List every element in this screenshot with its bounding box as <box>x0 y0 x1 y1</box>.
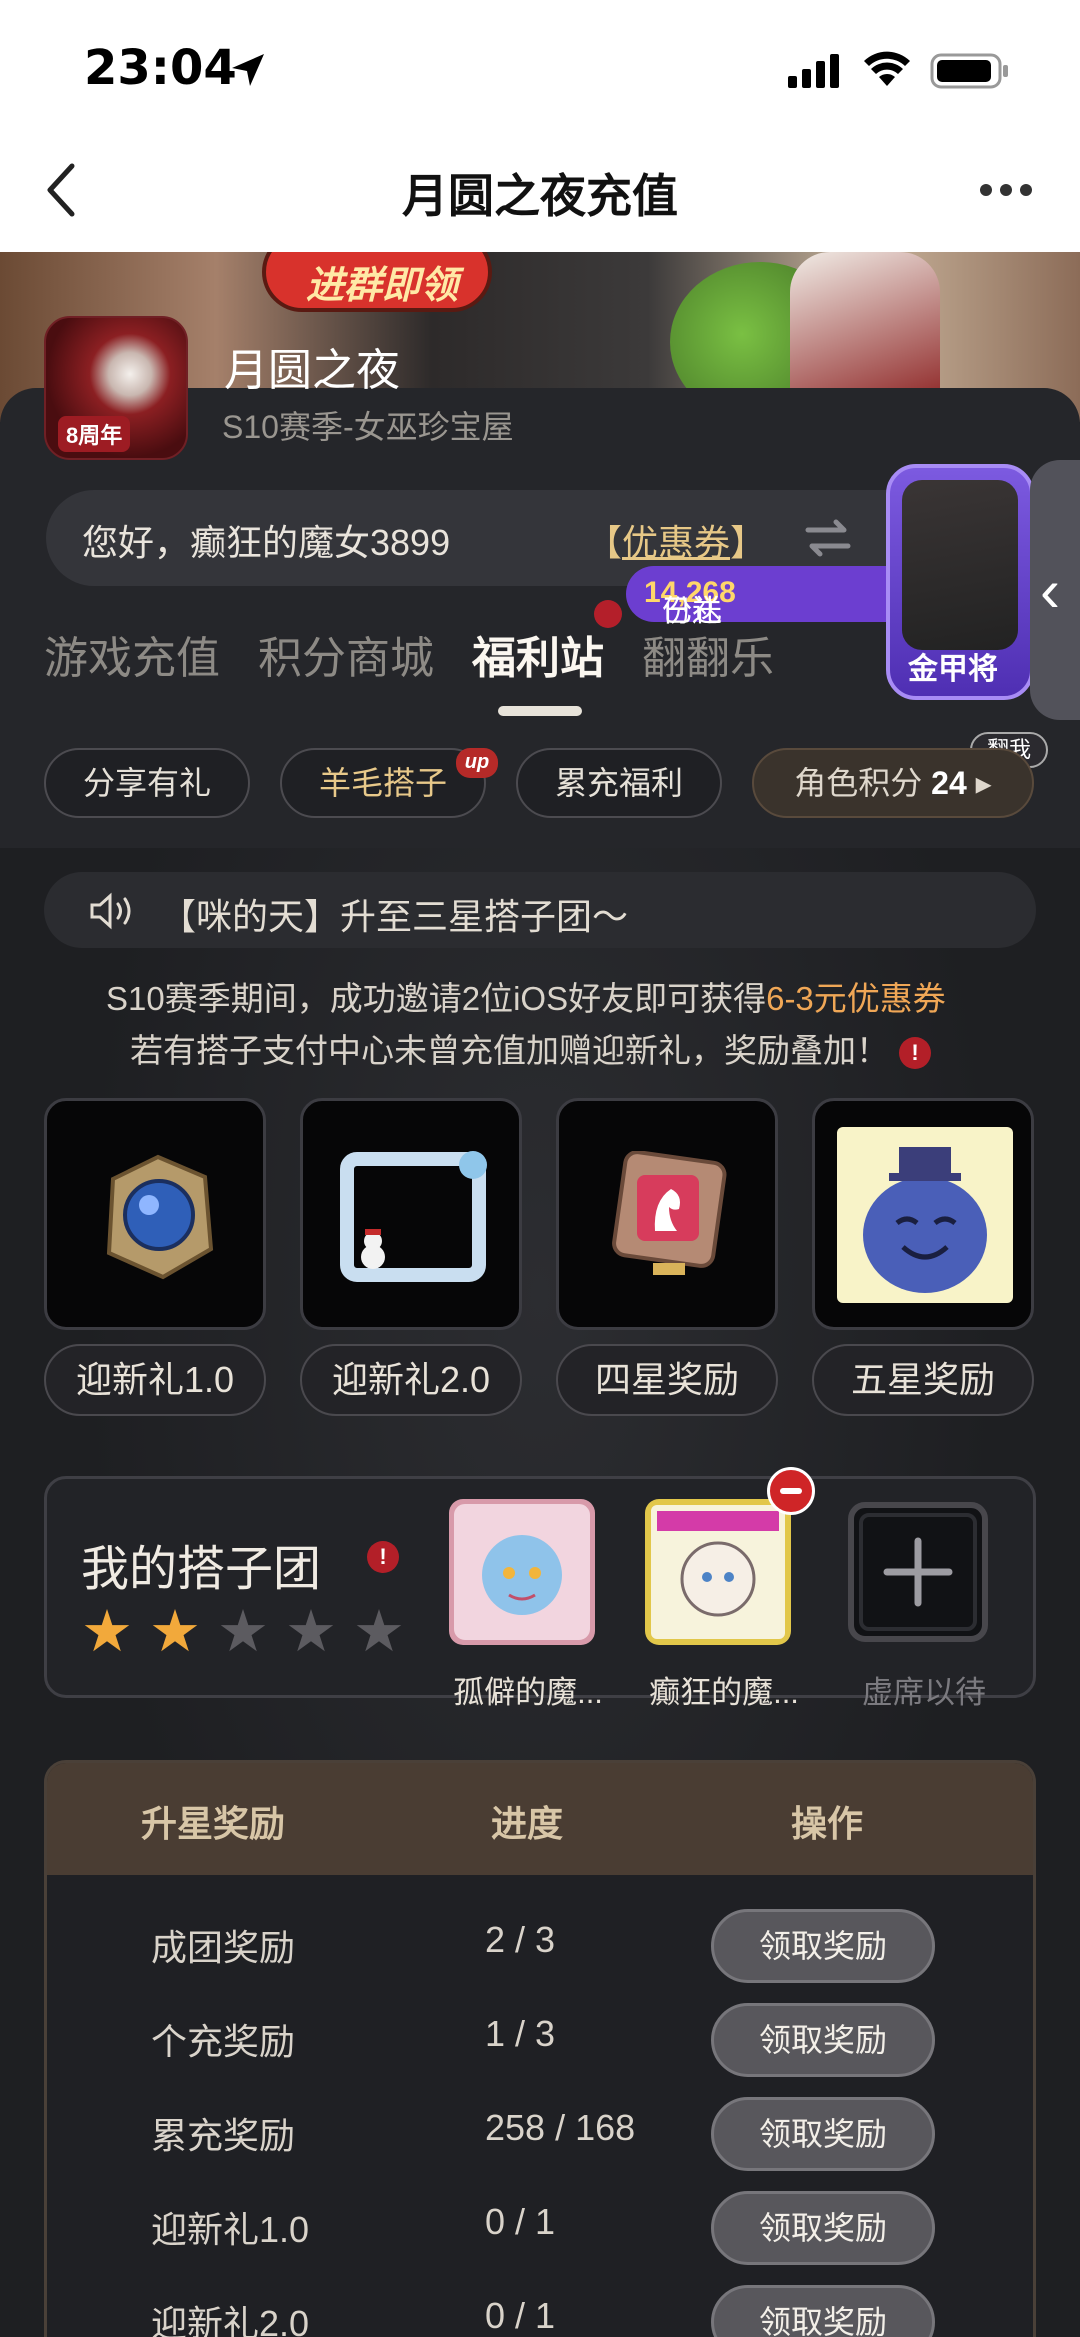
reward-label[interactable]: 四星奖励 <box>556 1344 778 1416</box>
member-name: 癫狂的魔... <box>649 1675 799 1710</box>
column-header: 操作 <box>791 1803 864 1844</box>
nav-bar: 月圆之夜充值 <box>0 130 1080 252</box>
member-avatar <box>643 1497 793 1647</box>
chevron-left-icon: ‹ <box>1040 557 1060 624</box>
chip-partner[interactable]: 羊毛搭子 <box>280 748 486 818</box>
flip-card-widget[interactable]: 金甲将 <box>886 464 1034 700</box>
reward-name: 迎新礼1.0 <box>151 2209 310 2250</box>
card-character-art <box>902 480 1018 650</box>
table-row: 个充奖励 1 / 3 领取奖励 <box>47 1993 1033 2087</box>
blue-monster-icon <box>837 1127 1013 1303</box>
remove-member-button[interactable] <box>767 1467 815 1515</box>
star-reward-table: 升星奖励 进度 操作 成团奖励 2 / 3 领取奖励 个充奖励 1 / 3 领取… <box>44 1760 1036 2337</box>
claim-reward-button[interactable]: 领取奖励 <box>711 2191 935 2265</box>
tab-flip-game[interactable]: 翻翻乐 <box>642 622 774 686</box>
column-header: 升星奖励 <box>141 1803 286 1844</box>
reward-item[interactable] <box>300 1098 522 1330</box>
chip-cumulative[interactable]: 累充福利 <box>516 748 722 818</box>
reward-progress: 2 / 3 <box>485 1919 556 1960</box>
more-options-icon[interactable] <box>978 178 1034 202</box>
snow-frame-icon <box>340 1151 487 1282</box>
team-title: 我的搭子团 <box>81 1543 322 1596</box>
reward-name: 累充奖励 <box>151 2115 296 2156</box>
star-empty-icon: ★ <box>217 1599 269 1664</box>
claim-reward-button[interactable]: 领取奖励 <box>711 2285 935 2337</box>
tab-notification-dot <box>594 600 622 628</box>
table-row: 累充奖励 258 / 168 领取奖励 <box>47 2087 1033 2181</box>
member-name: 虚席以待 <box>862 1675 986 1710</box>
notice-bar: 【咪的天】升至三星搭子团～ <box>44 872 1036 948</box>
promo-line-2: 若有搭子支付中心未曾充值加赠迎新礼，奖励叠加！! <box>130 1024 931 1072</box>
claim-reward-button[interactable]: 领取奖励 <box>711 1909 935 1983</box>
team-info-icon[interactable]: ! <box>367 1541 399 1573</box>
active-tab-indicator <box>498 706 582 716</box>
reward-label[interactable]: 迎新礼1.0 <box>44 1344 266 1416</box>
switch-account-icon[interactable] <box>802 512 854 564</box>
flip-card-label: 金甲将 <box>908 653 998 686</box>
promo-line-1: S10赛季期间，成功邀请2位iOS好友即可获得6-3元优惠券 <box>106 980 946 1017</box>
table-row: 迎新礼1.0 0 / 1 领取奖励 <box>47 2181 1033 2275</box>
reward-label[interactable]: 五星奖励 <box>812 1344 1034 1416</box>
star-filled-icon: ★ <box>149 1599 201 1664</box>
side-drawer-handle[interactable]: ‹ <box>1030 460 1080 720</box>
horse-card-icon <box>612 1151 727 1275</box>
gifts-sent-pill: 已送 14,268 份礼 <box>626 566 916 628</box>
team-member[interactable]: 孤僻的魔... <box>448 1498 603 1710</box>
my-team-card: 我的搭子团 ! ★ ★ ★ ★ ★ 孤僻的魔... 癫狂的魔... 虚席以待 <box>44 1467 1036 1710</box>
location-arrow-icon <box>232 54 264 86</box>
add-member-icon <box>848 1502 988 1642</box>
page-title: 月圆之夜充值 <box>402 170 678 222</box>
claim-reward-button[interactable]: 领取奖励 <box>711 2003 935 2077</box>
team-member-empty[interactable]: 虚席以待 <box>845 1499 991 1710</box>
star-empty-icon: ★ <box>353 1599 405 1664</box>
wifi-icon <box>864 51 910 86</box>
reward-name: 个充奖励 <box>151 2021 296 2062</box>
claim-reward-button[interactable]: 领取奖励 <box>711 2097 935 2171</box>
coupon-link[interactable]: 【优惠券】 <box>586 514 766 566</box>
reward-item[interactable] <box>44 1098 266 1330</box>
battery-icon <box>930 53 1008 89</box>
status-time: 23:04 <box>84 40 237 96</box>
team-member[interactable]: 癫狂的魔... <box>643 1497 799 1710</box>
table-row: 迎新礼2.0 0 / 1 领取奖励 <box>47 2275 1033 2337</box>
table-row: 成团奖励 2 / 3 领取奖励 <box>47 1899 1033 1993</box>
reward-item[interactable] <box>812 1098 1034 1330</box>
column-header: 进度 <box>491 1803 564 1844</box>
star-empty-icon: ★ <box>285 1599 337 1664</box>
chip-role-points[interactable]: 角色积分 24 ▸ <box>752 748 1034 818</box>
reward-progress: 1 / 3 <box>485 2013 556 2054</box>
reward-progress: 0 / 1 <box>485 2201 556 2242</box>
reward-label[interactable]: 迎新礼2.0 <box>300 1344 522 1416</box>
tab-welfare[interactable]: 福利站 <box>472 622 604 686</box>
cellular-signal-icon <box>788 54 839 88</box>
greeting-text: 您好，癫狂的魔女3899 <box>82 522 451 563</box>
reward-name: 迎新礼2.0 <box>151 2303 310 2337</box>
member-name: 孤僻的魔... <box>453 1675 603 1710</box>
tab-game-recharge[interactable]: 游戏充值 <box>44 622 220 686</box>
speaker-icon <box>90 892 131 930</box>
up-badge: up <box>456 748 498 778</box>
reward-progress: 0 / 1 <box>485 2295 556 2336</box>
tab-points-mall[interactable]: 积分商城 <box>258 622 434 686</box>
notice-text: 【咪的天】升至三星搭子团～ <box>160 896 629 937</box>
reward-item[interactable] <box>556 1098 778 1330</box>
banner-join-pill: 进群即领 <box>262 252 492 312</box>
game-season: S10赛季-女巫珍宝屋 <box>222 409 514 445</box>
chip-share-gift[interactable]: 分享有礼 <box>44 748 250 818</box>
status-bar: 23:04 <box>0 0 1080 130</box>
member-avatar <box>448 1498 596 1646</box>
anniversary-badge: 8周年 <box>58 416 131 452</box>
coin-token-icon <box>106 1154 214 1280</box>
game-logo: 8周年 <box>44 316 188 460</box>
star-filled-icon: ★ <box>81 1599 133 1664</box>
game-name: 月圆之夜 <box>224 346 400 395</box>
table-header: 升星奖励 进度 操作 <box>47 1763 1033 1875</box>
info-icon[interactable]: ! <box>899 1037 931 1070</box>
reward-progress: 258 / 168 <box>485 2107 636 2148</box>
reward-name: 成团奖励 <box>151 1927 296 1968</box>
